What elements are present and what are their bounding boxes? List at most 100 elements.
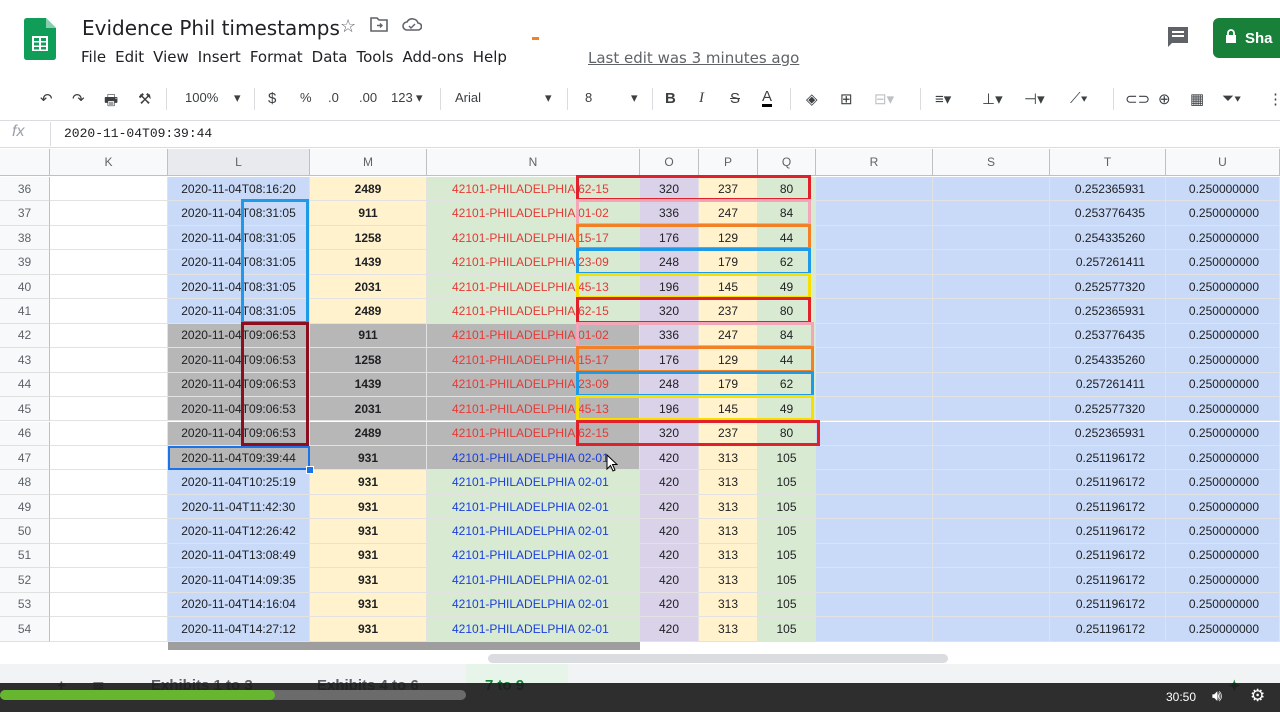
menu-addons[interactable]: Add-ons [401, 48, 471, 66]
cell-s-37[interactable] [933, 201, 1050, 226]
cell-k-54[interactable] [50, 617, 168, 642]
cell-r-43[interactable] [816, 348, 933, 373]
horizontal-align-icon[interactable]: ≡▾ [935, 90, 951, 108]
cell-r-36[interactable] [816, 177, 933, 202]
menu-view[interactable]: View [152, 48, 197, 66]
count-cell[interactable]: 911 [310, 201, 427, 226]
row-header-47[interactable]: 47 [0, 445, 50, 471]
ratio-cell[interactable]: 0.253776435 [1050, 201, 1166, 226]
column-header-t[interactable]: T [1050, 149, 1166, 176]
row-header-36[interactable]: 36 [0, 177, 50, 202]
value-cell[interactable]: 313 [699, 543, 758, 569]
cell-r-52[interactable] [816, 568, 933, 593]
cell-r-39[interactable] [816, 250, 933, 275]
cell-k-36[interactable] [50, 177, 168, 202]
value-cell[interactable]: 313 [699, 617, 758, 642]
row-header-45[interactable]: 45 [0, 397, 50, 422]
menu-edit[interactable]: Edit [114, 48, 152, 66]
row-header-51[interactable]: 51 [0, 543, 50, 569]
cell-s-38[interactable] [933, 225, 1050, 251]
chevron-down-icon[interactable]: ▾ [234, 90, 241, 106]
ratio-cell[interactable]: 0.250000000 [1166, 397, 1280, 422]
italic-button[interactable]: I [699, 90, 704, 107]
ratio-cell[interactable]: 0.250000000 [1166, 274, 1280, 300]
cell-s-48[interactable] [933, 470, 1050, 495]
value-cell[interactable]: 105 [758, 617, 816, 642]
ratio-cell[interactable]: 0.250000000 [1166, 323, 1280, 349]
value-cell[interactable]: 420 [640, 592, 699, 618]
settings-gear-icon[interactable]: ⚙ [1250, 686, 1265, 706]
column-header-k[interactable]: K [50, 149, 168, 176]
ratio-cell[interactable]: 0.250000000 [1166, 225, 1280, 251]
count-cell[interactable]: 931 [310, 470, 427, 495]
fill-handle[interactable] [306, 466, 314, 475]
ratio-cell[interactable]: 0.251196172 [1050, 617, 1166, 642]
precinct-cell[interactable]: 42101-PHILADELPHIA 02-01 [427, 592, 640, 618]
row-header-43[interactable]: 43 [0, 348, 50, 373]
ratio-cell[interactable]: 0.257261411 [1050, 372, 1166, 398]
cell-r-49[interactable] [816, 494, 933, 520]
cell-s-41[interactable] [933, 299, 1050, 324]
count-cell[interactable]: 931 [310, 568, 427, 593]
precinct-cell[interactable]: 42101-PHILADELPHIA 02-01 [427, 568, 640, 593]
count-cell[interactable]: 911 [310, 323, 427, 349]
cell-s-52[interactable] [933, 568, 1050, 593]
text-color-button[interactable]: A [762, 89, 773, 107]
cell-k-51[interactable] [50, 543, 168, 569]
value-cell[interactable]: 420 [640, 519, 699, 544]
value-cell[interactable]: 420 [640, 470, 699, 495]
percent-format-button[interactable]: % [300, 90, 312, 105]
ratio-cell[interactable]: 0.251196172 [1050, 519, 1166, 544]
chevron-down-icon[interactable]: ▾ [545, 90, 552, 106]
cell-k-39[interactable] [50, 250, 168, 275]
font-select[interactable]: Arial [455, 90, 481, 105]
count-cell[interactable]: 931 [310, 519, 427, 544]
volume-icon[interactable]: 🔊︎ [1212, 688, 1222, 706]
cell-s-54[interactable] [933, 617, 1050, 642]
ratio-cell[interactable]: 0.251196172 [1050, 494, 1166, 520]
precinct-cell[interactable]: 42101-PHILADELPHIA 02-01 [427, 543, 640, 569]
fill-color-icon[interactable]: ◈ [806, 90, 818, 108]
ratio-cell[interactable]: 0.251196172 [1050, 592, 1166, 618]
value-cell[interactable]: 105 [758, 592, 816, 618]
count-cell[interactable]: 931 [310, 592, 427, 618]
count-cell[interactable]: 2031 [310, 397, 427, 422]
ratio-cell[interactable]: 0.254335260 [1050, 225, 1166, 251]
ratio-cell[interactable]: 0.250000000 [1166, 372, 1280, 398]
value-cell[interactable]: 420 [640, 543, 699, 569]
ratio-cell[interactable]: 0.250000000 [1166, 519, 1280, 544]
menu-insert[interactable]: Insert [197, 48, 249, 66]
count-cell[interactable]: 1258 [310, 225, 427, 251]
column-header-s[interactable]: S [933, 149, 1050, 176]
value-cell[interactable]: 420 [640, 445, 699, 471]
column-header-q[interactable]: Q [758, 149, 816, 176]
cell-k-53[interactable] [50, 592, 168, 618]
cell-r-37[interactable] [816, 201, 933, 226]
count-cell[interactable]: 931 [310, 543, 427, 569]
value-cell[interactable]: 105 [758, 519, 816, 544]
row-header-40[interactable]: 40 [0, 274, 50, 300]
menu-data[interactable]: Data [311, 48, 356, 66]
increase-decimal-button[interactable]: .00 [359, 90, 377, 105]
zoom-select[interactable]: 100% [185, 90, 218, 105]
undo-icon[interactable]: ↶ [40, 90, 53, 108]
menu-tools[interactable]: Tools [356, 48, 402, 66]
cell-s-36[interactable] [933, 177, 1050, 202]
count-cell[interactable]: 2489 [310, 299, 427, 324]
insert-chart-icon[interactable]: ▦ [1190, 90, 1204, 108]
comment-history-icon[interactable] [1167, 26, 1189, 47]
value-cell[interactable]: 105 [758, 445, 816, 471]
value-cell[interactable]: 313 [699, 568, 758, 593]
ratio-cell[interactable]: 0.252577320 [1050, 274, 1166, 300]
menu-file[interactable]: File [80, 48, 114, 66]
timestamp-cell[interactable]: 2020-11-04T13:08:49 [168, 543, 310, 569]
count-cell[interactable]: 931 [310, 494, 427, 520]
ratio-cell[interactable]: 0.250000000 [1166, 348, 1280, 373]
select-all-corner[interactable] [0, 149, 50, 176]
cell-s-39[interactable] [933, 250, 1050, 275]
cell-k-40[interactable] [50, 274, 168, 300]
cell-r-45[interactable] [816, 397, 933, 422]
cell-s-49[interactable] [933, 494, 1050, 520]
ratio-cell[interactable]: 0.250000000 [1166, 421, 1280, 446]
column-header-r[interactable]: R [816, 149, 933, 176]
